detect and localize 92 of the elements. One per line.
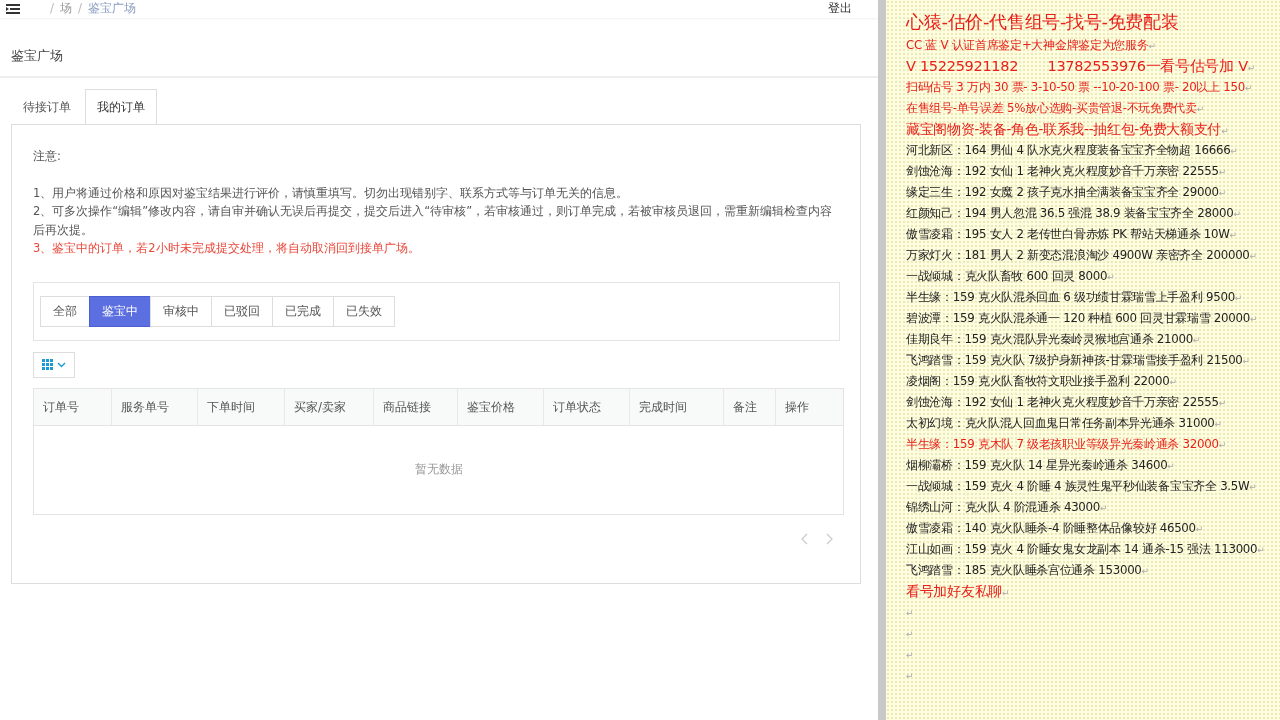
note-line: 藏宝阁物资-装备-角色-联系我--抽红包-免费大额支付: [906, 121, 1222, 137]
status-filter-button[interactable]: 已驳回: [211, 295, 273, 327]
note-line: 河北新区：164 男仙 4 队水克火程度装备宝宝齐全物超 16666: [906, 143, 1231, 157]
paragraph-mark: ↵: [1214, 419, 1222, 429]
column-header: 服务单号: [112, 388, 198, 425]
paragraph-mark: ↵: [1244, 83, 1253, 93]
paragraph-mark: ↵: [1169, 377, 1177, 387]
next-page-icon[interactable]: [826, 532, 834, 545]
note-line: 万家灯火：181 男人 2 新变态混浪淘沙 4900W 亲密齐全 200000: [906, 248, 1250, 262]
status-filter-button[interactable]: 全部: [40, 295, 90, 327]
note-line: 飞鸿踏雪：185 克火队睡杀宫位通杀 153000: [906, 563, 1142, 577]
paragraph-mark: ↵: [1218, 440, 1226, 450]
tab[interactable]: 我的订单: [85, 89, 157, 124]
paragraph-mark: ↵: [1242, 356, 1250, 366]
notice-heading: 注意:: [33, 148, 62, 165]
note-line: 一战倾城：克火队畜牧 600 回灵 8000: [906, 269, 1108, 283]
column-header: 完成时间: [630, 388, 724, 425]
paragraph-mark: ↵: [1218, 398, 1226, 408]
paragraph-mark: ↵: [1148, 41, 1156, 51]
logout-link[interactable]: 登出: [828, 2, 852, 14]
paragraph-mark: ↵: [1001, 588, 1010, 598]
note-line: 半生缘：159 克木队 7 级老孩职业等级异光秦岭通杀 32000: [906, 437, 1219, 451]
chevron-down-icon: [57, 361, 66, 368]
paragraph-mark: ↵: [1229, 230, 1237, 240]
note-line: 剑蚀沧海：192 女仙 1 老神火克火程度妙音千万亲密 22555: [906, 395, 1219, 409]
column-header: 下单时间: [198, 388, 285, 425]
column-header: 备注: [724, 388, 776, 425]
tab[interactable]: 待接订单: [11, 89, 83, 124]
paragraph-mark: ↵: [1249, 482, 1257, 492]
paragraph-mark: ↵: [1141, 566, 1149, 576]
paragraph-mark: ↵: [1196, 104, 1205, 114]
note-line: 红颜知己：194 男人忽混 36.5 强混 38.9 装备宝宝齐全 28000: [906, 206, 1234, 220]
note-line: 凌烟阁：159 克火队畜牧符文职业接手盈利 22000: [906, 374, 1170, 388]
paragraph-mark: ↵: [1107, 272, 1115, 282]
page-title: 鉴宝广场: [11, 47, 63, 65]
note-line: 傲雪凌霜：140 克火队睡杀-4 阶睡整体品像较好 46500: [906, 521, 1196, 535]
note-line: 半生缘：159 克火队混杀回血 6 级功绩甘霖瑞雪上手盈利 9500: [906, 290, 1235, 304]
status-filter-button[interactable]: 审核中: [150, 295, 212, 327]
note-line: 看号加好友私聊: [906, 583, 1002, 599]
empty-message: 暂无数据: [414, 462, 463, 477]
menu-icon[interactable]: [6, 4, 20, 14]
paragraph-mark: ↵: [1221, 126, 1229, 136]
note-line: 江山如画：159 克火 4 阶睡女鬼女龙副本 14 通杀-15 强法 113000: [906, 542, 1258, 556]
note-line: V 15225921182 13782553976一看号估号加 V: [906, 58, 1248, 74]
paragraph-mark: ↵: [1192, 335, 1201, 345]
note-line: 佳期良年：159 克火混队异光秦岭灵猴地宫通杀 21000: [906, 332, 1193, 346]
status-filter-button[interactable]: 已完成: [272, 295, 334, 327]
paragraph-mark: ↵: [906, 650, 914, 660]
note-line: 剑蚀沧海：192 女仙 1 老神火克火程度妙音千万亲密 22555: [906, 164, 1219, 178]
column-header: 订单号: [34, 388, 112, 425]
paragraph-mark: ↵: [1234, 293, 1243, 303]
note-line: 傲雪凌霜：195 女人 2 老传世白骨赤炼 PK 帮站天梯通杀 10W: [906, 227, 1230, 241]
notice-text: 1、用户将通过价格和原因对鉴宝结果进行评价，请慎重填写。切勿出现错别字、联系方式等与订单无关的信息。: [33, 184, 630, 202]
paragraph-mark: ↵: [1218, 188, 1226, 198]
paragraph-mark: ↵: [906, 608, 914, 618]
column-header: 买家/卖家: [285, 388, 374, 425]
breadcrumb-separator: /: [50, 2, 55, 14]
note-line: 扫码估号 3 万内 30 票- 3-10-50 票 --10-20-100 票- 20以上 150: [906, 80, 1245, 94]
paragraph-mark: ↵: [1100, 503, 1108, 513]
column-header: 操作: [784, 398, 810, 416]
note-line: 缘定三生：192 女魔 2 孩子克水抽全满装备宝宝齐全 29000: [906, 185, 1219, 199]
paragraph-mark: ↵: [1218, 167, 1226, 177]
paragraph-mark: ↵: [1167, 461, 1175, 471]
column-header: 商品链接: [374, 388, 458, 425]
paragraph-mark: ↵: [1233, 209, 1241, 219]
paragraph-mark: ↵: [1247, 63, 1256, 73]
note-line: 烟柳灞桥：159 克火队 14 星异光秦岭通杀 34600: [906, 458, 1168, 472]
note-line: CC 蓝 V 认证首席鉴定+大神金牌鉴定为您服务: [906, 38, 1149, 52]
status-filter-button[interactable]: 已失效: [333, 295, 395, 327]
grid-icon: [42, 359, 53, 370]
note-line: 心猿-估价-代售组号-找号-免费配装: [906, 11, 1179, 32]
paragraph-mark: ↵: [906, 629, 914, 639]
paragraph-mark: ↵: [1249, 251, 1257, 261]
breadcrumb-separator: /: [78, 2, 83, 14]
paragraph-mark: ↵: [1195, 524, 1203, 534]
note-line: 一战倾城：159 克火 4 阶睡 4 族灵性鬼平秒仙装备宝宝齐全 3.5W: [906, 479, 1250, 493]
column-header: 订单状态: [544, 388, 630, 425]
note-line: 锦绣山河：克火队 4 阶混通杀 43000: [906, 500, 1100, 514]
paragraph-mark: ↵: [1230, 146, 1238, 156]
note-line: 飞鸿踏雪：159 克火队 7级护身新神孩-甘霖瑞雪接手盈利 21500: [906, 353, 1243, 367]
note-line: 在售组号-单号误差 5%放心选购-买贵管退-不玩免费代卖: [906, 101, 1197, 115]
paragraph-mark: ↵: [906, 671, 914, 681]
note-line: 碧波潭：159 克火队混杀通一 120 种植 600 回灵甘霖瑞雪 20000: [906, 311, 1250, 325]
previous-page-icon[interactable]: [800, 532, 808, 545]
notice-text: 2、可多次操作“编辑”修改内容，请自审并确认无误后再提交，提交后进入“待审核”，若审核通过，则订单完成，若被审核员退回，需重新编辑检查内容后再次提。: [33, 203, 834, 239]
paragraph-mark: ↵: [1249, 314, 1258, 324]
notice-text: 3、鉴宝中的订单，若2小时未完成提交处理，将自动取消回到接单广场。: [33, 240, 421, 257]
status-filter-button[interactable]: 鉴宝中: [89, 295, 151, 327]
paragraph-mark: ↵: [1257, 545, 1265, 555]
note-line: 太初幻境：克火队混人回血鬼日常任务副本异光通杀 31000: [906, 416, 1215, 430]
column-toggle-button[interactable]: [33, 351, 75, 378]
column-header: 鉴宝价格: [458, 388, 544, 425]
